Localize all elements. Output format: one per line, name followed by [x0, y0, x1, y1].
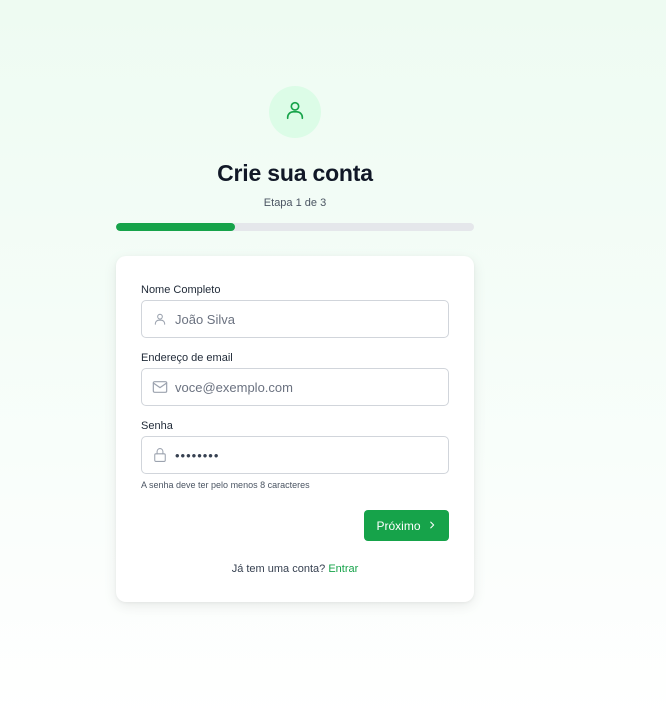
form-actions: Próximo [141, 510, 449, 541]
user-icon [284, 99, 306, 126]
password-input-box[interactable] [141, 436, 449, 474]
password-field-group: Senha [141, 420, 449, 474]
name-input[interactable] [175, 311, 435, 327]
signin-question: Já tem uma conta? [231, 563, 326, 575]
step-indicator: Etapa 1 de 3 [263, 197, 327, 209]
email-input-box[interactable] [141, 368, 449, 406]
lock-icon [152, 447, 168, 463]
name-field-group: Nome Completo [141, 284, 449, 338]
signin-link[interactable]: Entrar [328, 563, 358, 575]
password-label: Senha [141, 420, 173, 432]
avatar [269, 86, 321, 138]
email-field-group: Endereço de email [141, 352, 449, 406]
progress-bar [116, 223, 474, 231]
user-icon [152, 311, 168, 327]
password-hint: A senha deve ter pelo menos 8 caracteres [141, 480, 310, 490]
next-button[interactable]: Próximo [364, 510, 449, 541]
email-input[interactable] [175, 379, 435, 395]
password-input[interactable] [175, 447, 435, 463]
signin-prompt: Já tem uma conta? Entrar [141, 563, 449, 575]
name-label: Nome Completo [141, 284, 221, 296]
email-label: Endereço de email [141, 352, 233, 364]
signup-container: Crie sua conta Etapa 1 de 3 Nome Complet… [116, 86, 474, 602]
progress-fill [116, 223, 236, 231]
chevron-right-icon [427, 519, 437, 533]
signup-card: Nome Completo Endereço de email [116, 256, 474, 602]
page-title: Crie sua conta [217, 160, 373, 186]
name-input-box[interactable] [141, 300, 449, 338]
next-button-label: Próximo [376, 518, 421, 533]
mail-icon [152, 379, 168, 395]
